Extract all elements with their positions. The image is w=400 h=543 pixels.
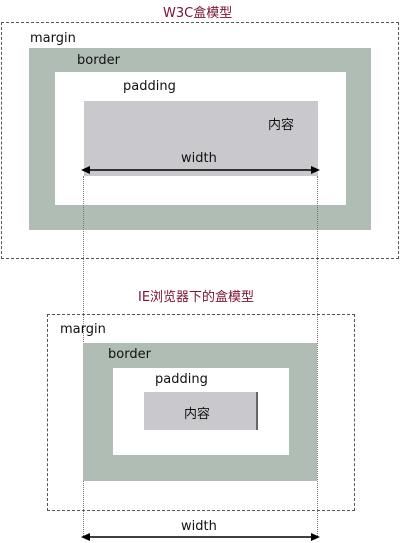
- ie-width-arrow: [81, 533, 320, 541]
- width-arrows: [81, 166, 320, 541]
- w3c-width-arrow: [81, 166, 320, 174]
